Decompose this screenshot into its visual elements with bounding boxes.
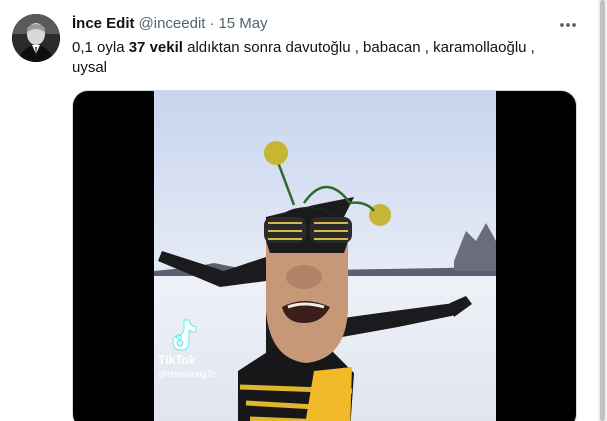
tweet-text-bold: 37 vekil — [128, 39, 183, 56]
video-player[interactable]: TikTok @chendong7c — [72, 90, 577, 421]
video-frame[interactable]: TikTok @chendong7c — [154, 91, 496, 421]
tweet-header: İnce Edit @inceedit · 15 May — [72, 14, 582, 34]
tiktok-watermark-user: @chendong7c — [158, 369, 217, 379]
tweet-text: 0,1 oyla 37 vekil aldıktan sonra davutoğ… — [72, 38, 572, 78]
avatar-photo — [12, 14, 60, 62]
tweet[interactable]: İnce Edit @inceedit · 15 May 0,1 oyla 37… — [0, 0, 607, 421]
more-horizontal-icon — [560, 23, 576, 27]
avatar[interactable] — [12, 14, 60, 62]
display-name[interactable]: İnce Edit — [72, 14, 135, 34]
separator-dot: · — [209, 15, 215, 32]
video-still: TikTok @chendong7c — [154, 91, 496, 421]
tiktok-watermark-brand: TikTok — [158, 353, 196, 367]
more-button[interactable] — [556, 14, 580, 36]
tweet-date[interactable]: 15 May — [218, 14, 267, 34]
page-scrollbar[interactable] — [598, 0, 607, 421]
user-handle[interactable]: @inceedit — [139, 14, 206, 34]
scrollbar-thumb[interactable] — [600, 0, 605, 421]
tweet-text-start: 0,1 oyla — [72, 39, 129, 56]
